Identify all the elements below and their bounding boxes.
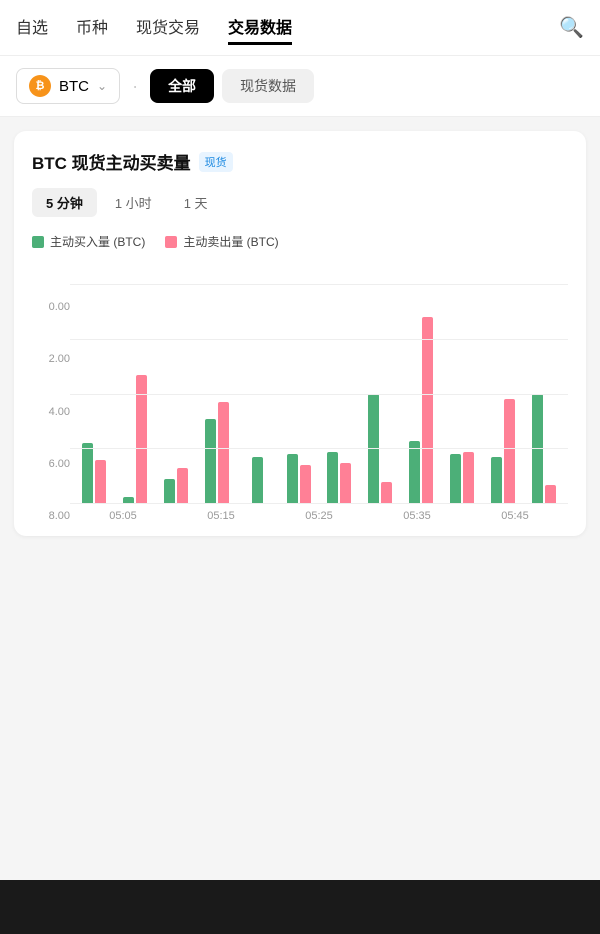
card-title-row: BTC 现货主动买卖量 现货	[32, 149, 568, 174]
time-tab-1h[interactable]: 1 小时	[101, 188, 166, 217]
legend-sell-label: 主动卖出量 (BTC)	[183, 233, 278, 250]
x-label: 05:35	[368, 510, 466, 522]
sell-bar	[136, 375, 147, 504]
bar-group	[482, 399, 523, 504]
time-tab-1d[interactable]: 1 天	[170, 188, 222, 217]
sub-toolbar: ₿ BTC ⌄ · 全部 现货数据	[0, 56, 600, 117]
nav-items: 自选 币种 现货交易 交易数据	[16, 10, 559, 45]
buy-bar	[123, 497, 134, 504]
bar-group	[74, 443, 115, 504]
chart-legend: 主动买入量 (BTC) 主动卖出量 (BTC)	[32, 233, 568, 250]
time-tabs: 5 分钟 1 小时 1 天	[32, 188, 568, 217]
y-label-4: 4.00	[32, 407, 70, 418]
bars-wrapper	[70, 284, 568, 504]
legend-buy: 主动买入量 (BTC)	[32, 233, 145, 250]
legend-buy-label: 主动买入量 (BTC)	[50, 233, 145, 250]
legend-buy-color	[32, 236, 44, 248]
nav-item-coins[interactable]: 币种	[76, 10, 108, 45]
x-label: 05:25	[270, 510, 368, 522]
sell-bar	[95, 460, 106, 504]
coin-selector[interactable]: ₿ BTC ⌄	[16, 68, 120, 104]
buy-bar	[491, 457, 502, 504]
legend-sell-color	[165, 236, 177, 248]
x-label: 05:05	[74, 510, 172, 522]
bar-group	[237, 457, 278, 504]
coin-label: BTC	[59, 78, 89, 95]
y-axis: 8.00 6.00 4.00 2.00 0.00	[32, 302, 70, 522]
sell-bar	[381, 482, 392, 504]
bar-group	[441, 452, 482, 504]
bottom-bar	[0, 880, 600, 934]
x-labels: 05:0505:1505:2505:3505:45	[70, 504, 568, 522]
bar-group	[401, 317, 442, 504]
sell-bar	[218, 402, 229, 504]
sell-bar	[463, 452, 474, 504]
sell-bar	[300, 465, 311, 504]
divider: ·	[132, 76, 138, 97]
spot-badge: 现货	[199, 152, 233, 172]
grid-line-6	[70, 339, 568, 340]
btc-icon: ₿	[29, 75, 51, 97]
nav-item-spot-trading[interactable]: 现货交易	[136, 10, 200, 45]
x-label: 05:45	[466, 510, 564, 522]
card-title: BTC 现货主动买卖量	[32, 149, 191, 174]
time-tab-5min[interactable]: 5 分钟	[32, 188, 97, 217]
buy-bar	[287, 454, 298, 504]
sell-bar	[504, 399, 515, 504]
legend-sell: 主动卖出量 (BTC)	[165, 233, 278, 250]
buy-bar	[450, 454, 461, 504]
filter-all-button[interactable]: 全部	[150, 69, 214, 103]
buy-bar	[205, 419, 216, 504]
buy-bar	[409, 441, 420, 504]
buy-bar	[532, 394, 543, 504]
buy-bar	[327, 452, 338, 504]
chart-card: BTC 现货主动买卖量 现货 5 分钟 1 小时 1 天 主动买入量 (BTC)…	[14, 131, 586, 536]
sell-bar	[340, 463, 351, 504]
nav-item-trading-data[interactable]: 交易数据	[228, 10, 292, 45]
bar-group	[360, 394, 401, 504]
buy-bar	[252, 457, 263, 504]
search-icon[interactable]: 🔍	[559, 15, 584, 40]
main-content: BTC 现货主动买卖量 现货 5 分钟 1 小时 1 天 主动买入量 (BTC)…	[0, 117, 600, 550]
sell-bar	[177, 468, 188, 504]
bar-group	[196, 402, 237, 504]
bar-group	[523, 394, 564, 504]
filter-spot-button[interactable]: 现货数据	[222, 69, 314, 103]
bar-group	[278, 454, 319, 504]
sell-bar	[545, 485, 556, 504]
y-label-8: 8.00	[32, 511, 70, 522]
nav-item-watchlist[interactable]: 自选	[16, 10, 48, 45]
chart-area: 8.00 6.00 4.00 2.00 0.00	[32, 262, 568, 522]
bar-group	[156, 468, 197, 504]
y-label-6: 6.00	[32, 459, 70, 470]
chevron-down-icon: ⌄	[97, 79, 107, 93]
x-label: 05:15	[172, 510, 270, 522]
y-label-0: 0.00	[32, 302, 70, 313]
sell-bar	[422, 317, 433, 504]
bar-group	[319, 452, 360, 504]
bar-group	[115, 375, 156, 504]
buy-bar	[82, 443, 93, 504]
grid-line-8	[70, 284, 568, 285]
y-label-2: 2.00	[32, 354, 70, 365]
buy-bar	[164, 479, 175, 504]
filter-buttons: 全部 现货数据	[150, 69, 314, 103]
chart-inner: 05:0505:1505:2505:3505:45	[70, 284, 568, 522]
buy-bar	[368, 394, 379, 504]
top-navigation: 自选 币种 现货交易 交易数据 🔍	[0, 0, 600, 56]
